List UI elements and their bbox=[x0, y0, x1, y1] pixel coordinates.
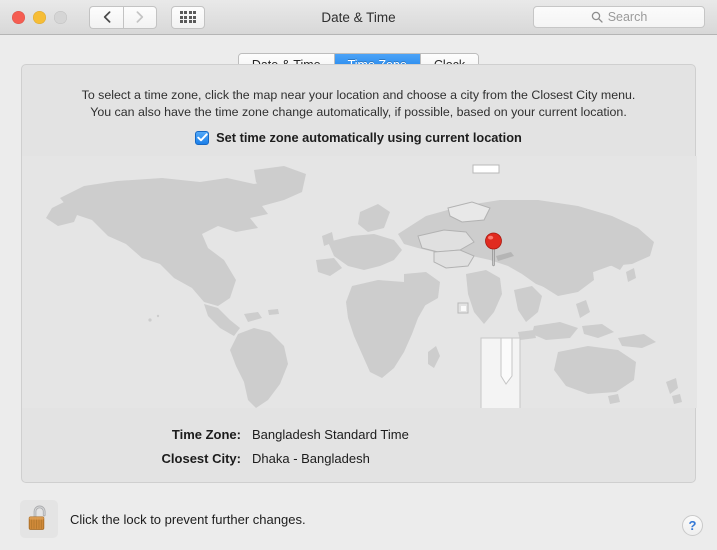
search-icon bbox=[591, 11, 603, 23]
map-marker-square-inner bbox=[461, 306, 466, 311]
timezone-info: Time Zone: Bangladesh Standard Time Clos… bbox=[22, 423, 695, 471]
closest-city-row: Closest City: Dhaka - Bangladesh bbox=[22, 447, 695, 471]
world-map[interactable] bbox=[22, 156, 697, 408]
auto-timezone-label: Set time zone automatically using curren… bbox=[216, 130, 522, 145]
world-map-svg bbox=[22, 156, 697, 408]
description-line-1: To select a time zone, click the map nea… bbox=[81, 88, 636, 102]
closest-city-label: Closest City: bbox=[161, 451, 241, 466]
chevron-right-icon bbox=[136, 11, 144, 23]
time-zone-row: Time Zone: Bangladesh Standard Time bbox=[22, 423, 695, 447]
checkmark-icon bbox=[196, 133, 208, 142]
preferences-window: Date & Time Search Date & Time Time Zone… bbox=[0, 0, 717, 550]
lock-bar: Click the lock to prevent further change… bbox=[20, 500, 306, 538]
back-button[interactable] bbox=[89, 5, 123, 29]
lock-button[interactable] bbox=[20, 500, 58, 538]
show-all-button[interactable] bbox=[171, 5, 205, 29]
auto-timezone-row[interactable]: Set time zone automatically using curren… bbox=[22, 130, 695, 145]
time-zone-label: Time Zone: bbox=[171, 427, 241, 442]
time-zone-panel: To select a time zone, click the map nea… bbox=[21, 64, 697, 483]
unlocked-padlock-icon bbox=[28, 505, 46, 530]
minimize-button[interactable] bbox=[33, 10, 46, 24]
description-line-2: You can also have the time zone change a… bbox=[90, 105, 627, 119]
forward-button bbox=[123, 5, 157, 29]
close-button[interactable] bbox=[12, 10, 25, 24]
navigation-buttons bbox=[89, 5, 157, 29]
chevron-left-icon bbox=[103, 11, 110, 23]
zoom-button bbox=[54, 10, 67, 24]
time-zone-value: Bangladesh Standard Time bbox=[252, 427, 409, 442]
map-marker-top bbox=[472, 164, 500, 174]
lock-message: Click the lock to prevent further change… bbox=[70, 511, 306, 527]
selected-timezone-band bbox=[480, 337, 521, 408]
search-field[interactable]: Search bbox=[533, 6, 705, 28]
panel-description: To select a time zone, click the map nea… bbox=[22, 87, 695, 121]
help-button[interactable]: ? bbox=[682, 515, 703, 536]
window-titlebar: Date & Time Search bbox=[0, 0, 717, 35]
search-placeholder: Search bbox=[607, 10, 648, 24]
traffic-lights bbox=[12, 10, 67, 24]
closest-city-value[interactable]: Dhaka - Bangladesh bbox=[252, 447, 370, 471]
show-all-preferences-icon bbox=[179, 10, 197, 24]
auto-timezone-checkbox[interactable] bbox=[195, 130, 210, 145]
